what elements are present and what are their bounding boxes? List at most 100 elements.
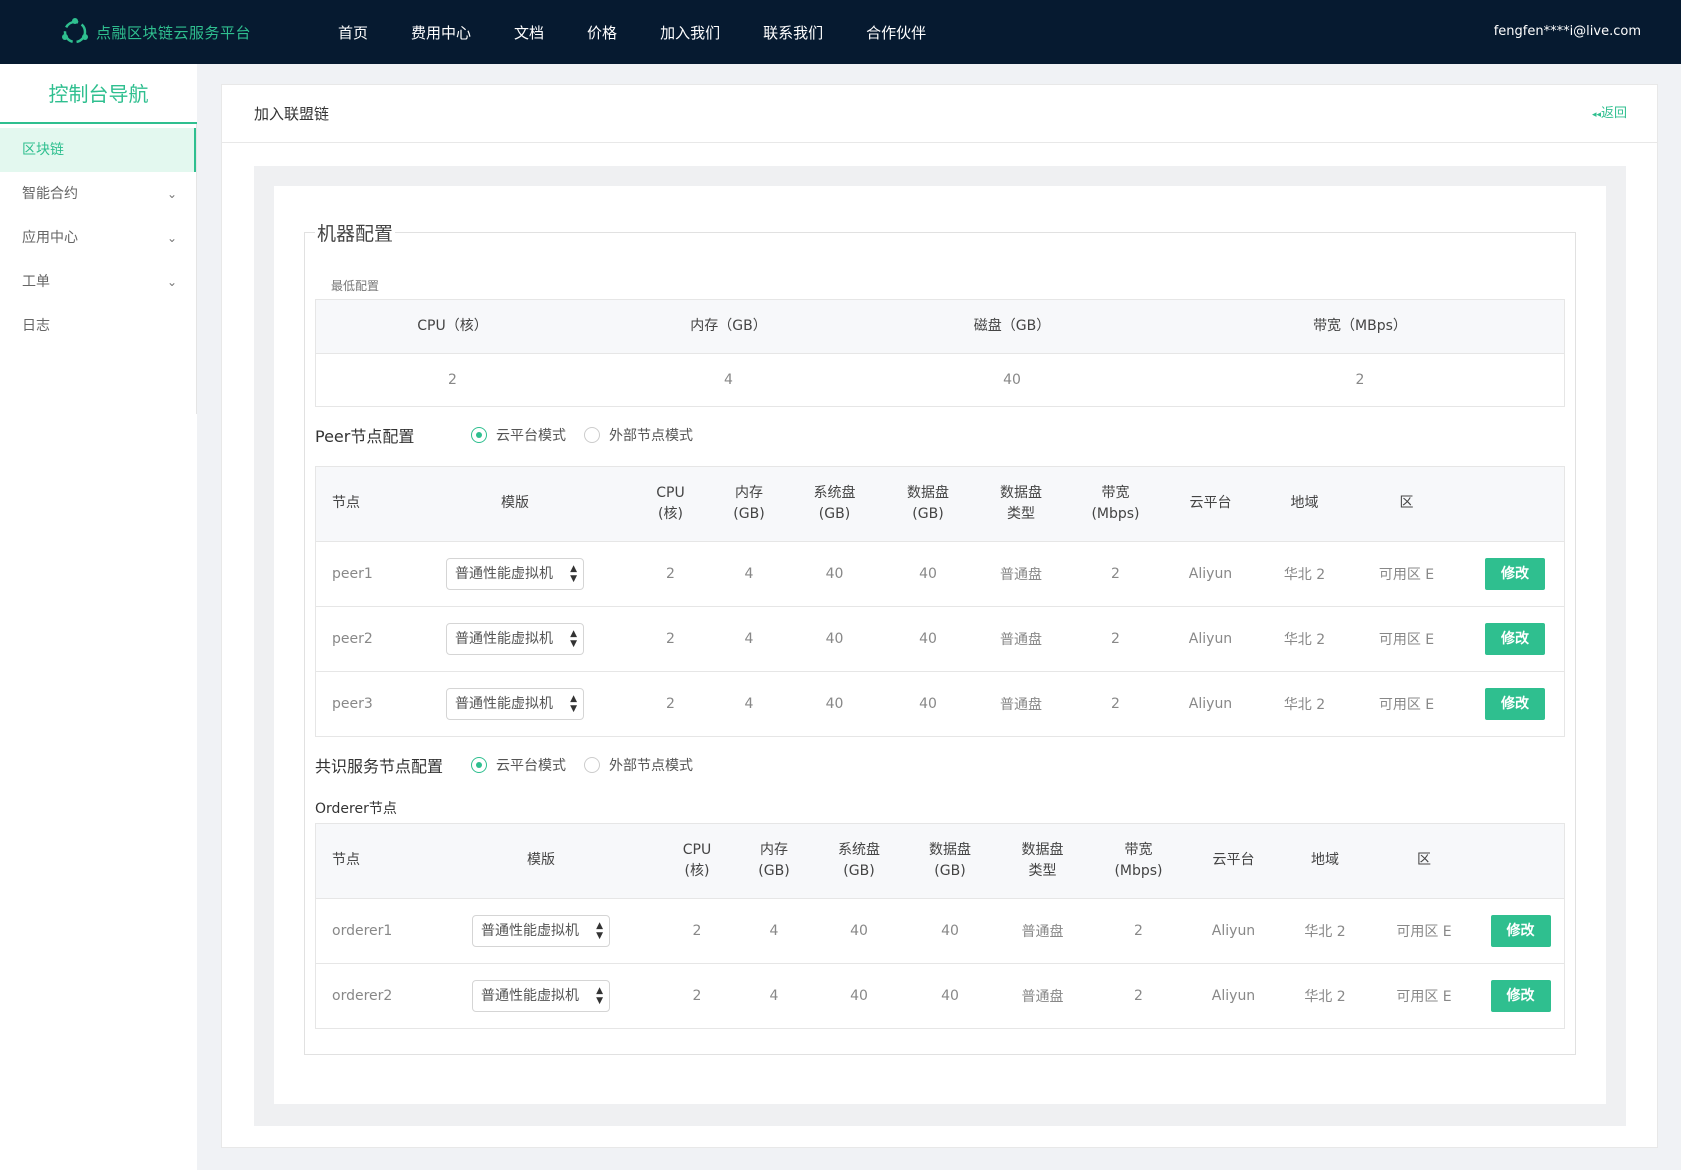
sidebar-item-tickets[interactable]: 工单 ⌄ [0, 260, 197, 304]
orderer-header-cloud: 云平台 [1188, 824, 1279, 899]
min-value-bandwidth: 2 [1355, 371, 1365, 388]
chevron-down-icon: ⌄ [166, 231, 177, 245]
orderer-cell-type: 普通盘 [996, 898, 1089, 964]
edit-button[interactable]: 修改 [1485, 687, 1545, 720]
peer-header-sys-disk: 系统盘 (GB) [783, 467, 886, 542]
min-config-label: 最低配置 [331, 279, 380, 293]
nav-billing[interactable]: 费用中心 [411, 22, 471, 43]
orderer-cell-region: 华北 2 [1279, 898, 1371, 964]
orderer-table: 节点 模版 CPU (核) 内存 (GB) 系统盘 (GB) 数据盘 (GB) 数据盘 类型… [315, 823, 1565, 1029]
min-header-disk: 磁盘（GB） [868, 300, 1156, 354]
nav-docs[interactable]: 文档 [514, 22, 544, 43]
sidebar-item-blockchain[interactable]: 区块链 [0, 128, 197, 172]
orderer-cell-type: 普通盘 [1021, 988, 1064, 1005]
orderer-header-mem: 内存 (GB) [734, 824, 814, 899]
orderer-cell-cloud: Aliyun [1211, 987, 1256, 1004]
peer-header-cpu: CPU (核) [626, 467, 715, 542]
orderer-cell-cloud: Aliyun [1188, 898, 1279, 964]
min-header-cpu: CPU（核） [316, 300, 589, 354]
nav-pricing[interactable]: 价格 [587, 22, 617, 43]
edit-button[interactable]: 修改 [1485, 622, 1545, 655]
select-updown-icon: ▲ ▼ [570, 563, 577, 584]
peer-cell-zone: 可用区 E [1347, 606, 1466, 672]
logo[interactable]: 点融区块链云服务平台 [60, 16, 251, 48]
edit-button[interactable]: 修改 [1490, 979, 1551, 1012]
nav-join-us[interactable]: 加入我们 [660, 22, 720, 43]
peer-cell-data: 40 [886, 541, 970, 607]
peer-cell-region: 华北 2 [1262, 541, 1347, 607]
orderer-header-region: 地域 [1279, 824, 1371, 899]
table-row: peer2 普通性能虚拟机 ▲ ▼ 2 4 40 40 普通盘 2 Aliyun 华北 2 可用区 E修… [316, 606, 1564, 672]
panel-header: 加入联盟链 ◂◂返回 [222, 85, 1657, 143]
peer-header-mem: 内存 (GB) [715, 467, 783, 542]
peer-node-name: peer3 [332, 695, 373, 712]
template-select-value: 普通性能虚拟机 [455, 565, 553, 582]
sidebar-item-smart-contract[interactable]: 智能合约 ⌄ [0, 172, 197, 216]
orderer-sub-label: Orderer节点 [315, 801, 397, 817]
orderer-header-bandwidth: 带宽 (Mbps) [1089, 824, 1188, 899]
peer-cell-mem: 4 [744, 695, 754, 712]
template-select[interactable]: 普通性能虚拟机 ▲ ▼ [446, 622, 584, 655]
radio-unchecked-icon [584, 757, 600, 773]
chevron-down-icon: ⌄ [166, 187, 177, 201]
orderer-cell-data: 40 [904, 898, 996, 964]
peer-node-name: peer1 [316, 541, 404, 607]
template-select[interactable]: 普通性能虚拟机 ▲ ▼ [472, 979, 610, 1012]
peer-mode-external-radio[interactable]: 外部节点模式 [584, 425, 693, 445]
peer-header-data-disk: 数据盘 (GB) [886, 467, 970, 542]
template-select-value: 普通性能虚拟机 [481, 922, 579, 939]
orderer-cell-mem: 4 [734, 898, 814, 964]
sidebar-item-label: 工单 [22, 274, 50, 290]
template-select[interactable]: 普通性能虚拟机 ▲ ▼ [446, 557, 584, 590]
peer-cell-sys: 40 [825, 695, 844, 712]
nav-home[interactable]: 首页 [338, 22, 368, 43]
peer-cell-mem: 4 [715, 541, 783, 607]
sidebar-item-logs[interactable]: 日志 [0, 304, 197, 348]
orderer-header-zone: 区 [1371, 824, 1477, 899]
sidebar-item-label: 智能合约 [22, 186, 78, 202]
sidebar-divider [196, 124, 197, 414]
edit-button[interactable]: 修改 [1490, 914, 1551, 947]
orderer-header-node: 节点 [316, 824, 422, 899]
table-row: peer3 普通性能虚拟机 ▲ ▼ 2 4 40 40 普通盘 2 Aliyun 华北 2 可用区 E 修… [316, 671, 1564, 736]
peer-table: 节点 模版 CPU (核) 内存 (GB) 系统盘 (GB) 数据盘 (GB) 数据盘 类型… [315, 466, 1565, 737]
template-select[interactable]: 普通性能虚拟机 ▲ ▼ [446, 687, 584, 720]
peer-cell-type: 普通盘 [1000, 696, 1042, 713]
template-select[interactable]: 普通性能虚拟机 ▲ ▼ [472, 914, 610, 947]
logo-icon [60, 17, 90, 47]
radio-unchecked-icon [584, 427, 600, 443]
peer-cell-data: 40 [919, 695, 937, 712]
back-label: 返回 [1600, 106, 1627, 121]
orderer-header-cpu: CPU (核) [660, 824, 734, 899]
peer-cell-type: 普通盘 [970, 541, 1072, 607]
peer-header-cloud: 云平台 [1159, 467, 1262, 542]
peer-header-action [1466, 467, 1564, 542]
select-updown-icon: ▲ ▼ [596, 920, 603, 941]
nav-contact[interactable]: 联系我们 [763, 22, 823, 43]
peer-cell-data: 40 [886, 606, 970, 672]
user-account[interactable]: fengfen****i@live.com [1494, 0, 1641, 64]
orderer-cell-bw: 2 [1089, 898, 1188, 964]
action-cell: 修改 [1477, 898, 1564, 964]
orderer-header-sys-disk: 系统盘 (GB) [814, 824, 904, 899]
orderer-config-title: 共识服务节点配置 [315, 757, 444, 776]
peer-header-disk-type: 数据盘 类型 [970, 467, 1072, 542]
orderer-node-name: orderer2 [332, 987, 393, 1004]
peer-mode-cloud-radio[interactable]: 云平台模式 [471, 425, 566, 445]
peer-header-bandwidth: 带宽 (Mbps) [1072, 467, 1159, 542]
action-cell: 修改 [1466, 541, 1564, 607]
page-title: 加入联盟链 [254, 105, 330, 123]
edit-button[interactable]: 修改 [1485, 557, 1545, 590]
nav-partners[interactable]: 合作伙伴 [866, 22, 926, 43]
action-cell: 修改 [1466, 671, 1564, 736]
orderer-header-data-disk: 数据盘 (GB) [904, 824, 996, 899]
back-button[interactable]: ◂◂返回 [1592, 85, 1627, 144]
peer-cell-sys: 40 [783, 606, 886, 672]
orderer-mode-cloud-radio[interactable]: 云平台模式 [471, 755, 566, 775]
action-cell: 修改 [1477, 963, 1564, 1028]
peer-cell-bw: 2 [1072, 606, 1159, 672]
orderer-mode-external-radio[interactable]: 外部节点模式 [584, 755, 693, 775]
sidebar-item-app-center[interactable]: 应用中心 ⌄ [0, 216, 197, 260]
select-updown-icon: ▲ ▼ [570, 693, 577, 714]
peer-cell-cloud: Aliyun [1188, 695, 1233, 712]
